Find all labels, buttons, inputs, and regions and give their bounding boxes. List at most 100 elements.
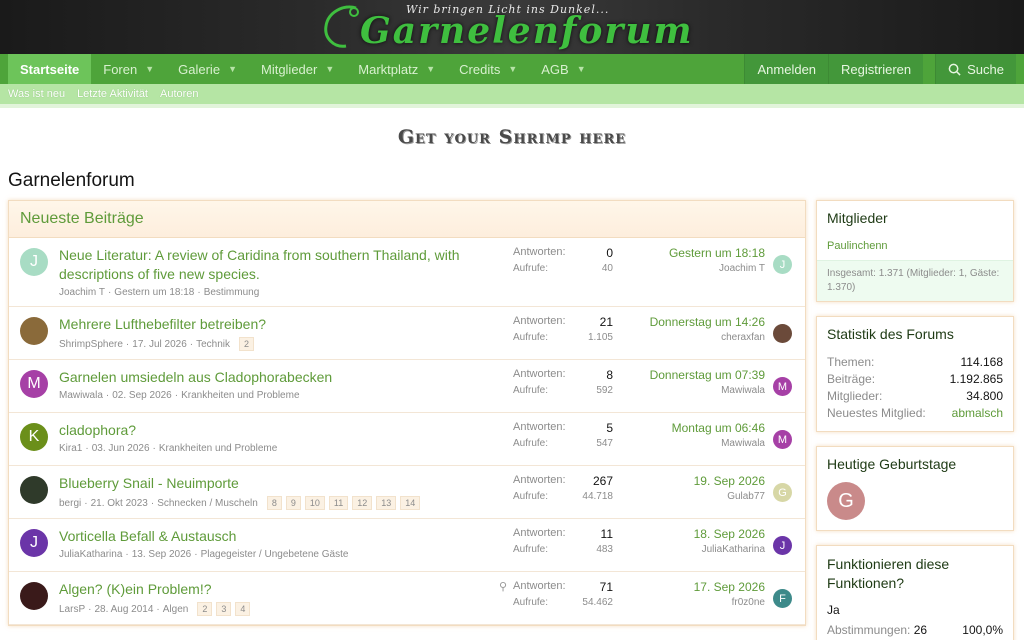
- page-link[interactable]: 4: [235, 602, 251, 616]
- chevron-down-icon[interactable]: ▼: [325, 64, 334, 74]
- avatar[interactable]: [20, 582, 48, 610]
- thread-author[interactable]: LarsP: [59, 604, 85, 615]
- avatar[interactable]: G: [773, 483, 792, 502]
- nav-item-galerie[interactable]: Galerie ▼: [166, 54, 249, 84]
- thread-title[interactable]: Neue Literatur: A review of Caridina fro…: [59, 246, 493, 284]
- members-total: Insgesamt: 1.371 (Mitglieder: 1, Gäste: …: [817, 260, 1013, 301]
- avatar[interactable]: J: [20, 248, 48, 276]
- nav-item-foren[interactable]: Foren ▼: [91, 54, 166, 84]
- last-post-date[interactable]: Donnerstag um 07:39: [613, 368, 765, 382]
- latest-posts-block: Neueste Beiträge J Neue Literatur: A rev…: [8, 200, 806, 626]
- chevron-down-icon[interactable]: ▼: [508, 64, 517, 74]
- page-link[interactable]: 13: [376, 496, 397, 510]
- subnav-whats-new[interactable]: Was ist neu: [8, 88, 65, 100]
- avatar[interactable]: G: [827, 482, 865, 520]
- thread-row[interactable]: K cladophora? Kira1 · 03. Jun 2026 · Krank…: [9, 413, 805, 466]
- last-post-user[interactable]: JuliaKatharina: [613, 544, 765, 555]
- newest-member-link[interactable]: abmalsch: [952, 406, 1003, 420]
- chevron-down-icon[interactable]: ▼: [426, 64, 435, 74]
- nav-item-marktplatz[interactable]: Marktplatz ▼: [346, 54, 447, 84]
- subnav-authors[interactable]: Autoren: [160, 88, 199, 100]
- last-post-user[interactable]: Gulab77: [613, 491, 765, 502]
- nav-item-credits[interactable]: Credits ▼: [447, 54, 529, 84]
- thread-forum[interactable]: Bestimmung: [204, 287, 260, 298]
- thread-row[interactable]: Blueberry Snail - Neuimporte bergi · 21. …: [9, 466, 805, 519]
- avatar[interactable]: M: [773, 430, 792, 449]
- last-post-user[interactable]: Mawiwala: [613, 385, 765, 396]
- latest-posts-heading[interactable]: Neueste Beiträge: [9, 201, 805, 238]
- search-button[interactable]: Suche: [935, 54, 1016, 84]
- members-heading[interactable]: Mitglieder: [817, 201, 1013, 232]
- avatar[interactable]: [20, 317, 48, 345]
- page-link[interactable]: 10: [304, 496, 325, 510]
- site-banner[interactable]: Wir bringen Licht ins Dunkel... Garnelen…: [0, 0, 1024, 54]
- thread-author[interactable]: Kira1: [59, 443, 82, 454]
- thread-date: 13. Sep 2026: [131, 549, 192, 560]
- thread-row[interactable]: Mehrere Lufthebefilter betreiben? Shrimp…: [9, 307, 805, 360]
- avatar[interactable]: J: [773, 255, 792, 274]
- page-link[interactable]: 8: [266, 496, 282, 510]
- subnav-latest-activity[interactable]: Letzte Aktivität: [77, 88, 148, 100]
- thread-date: 21. Okt 2023: [90, 497, 148, 509]
- thread-title[interactable]: Algen? (K)ein Problem!?: [59, 580, 493, 599]
- last-post-date[interactable]: 18. Sep 2026: [613, 527, 765, 541]
- avatar[interactable]: K: [20, 423, 48, 451]
- last-post-user[interactable]: cheraxfan: [613, 332, 765, 343]
- thread-forum[interactable]: Krankheiten und Probleme: [181, 390, 299, 401]
- page-link[interactable]: 12: [352, 496, 373, 510]
- thread-forum[interactable]: Technik: [196, 339, 230, 350]
- thread-title[interactable]: cladophora?: [59, 421, 493, 440]
- thread-author[interactable]: JuliaKatharina: [59, 549, 122, 560]
- thread-row[interactable]: Algen? (K)ein Problem!? LarsP · 28. Aug 2…: [9, 572, 805, 625]
- thread-stats: Antworten: 71 Aufrufe: 54.462: [513, 580, 613, 608]
- thread-forum[interactable]: Plagegeister / Ungebetene Gäste: [201, 549, 349, 560]
- poll-question[interactable]: Funktionieren diese Funktionen?: [817, 546, 1013, 599]
- chevron-down-icon[interactable]: ▼: [228, 64, 237, 74]
- avatar[interactable]: F: [773, 589, 792, 608]
- thread-author[interactable]: bergi: [59, 498, 81, 509]
- last-post-date[interactable]: 19. Sep 2026: [613, 474, 765, 488]
- last-post-user[interactable]: fr0z0ne: [613, 597, 765, 608]
- thread-forum[interactable]: Algen: [163, 604, 189, 615]
- chevron-down-icon[interactable]: ▼: [577, 64, 586, 74]
- chevron-down-icon[interactable]: ▼: [145, 64, 154, 74]
- page-link[interactable]: 14: [400, 496, 421, 510]
- promo-banner[interactable]: Get your Shrimp here: [0, 108, 1024, 166]
- last-post-date[interactable]: Donnerstag um 14:26: [613, 315, 765, 329]
- thread-author[interactable]: Joachim T: [59, 287, 105, 298]
- thread-row[interactable]: M Garnelen umsiedeln aus Cladophorabecke…: [9, 360, 805, 413]
- last-post-date[interactable]: Montag um 06:46: [613, 421, 765, 435]
- thread-title[interactable]: Mehrere Lufthebefilter betreiben?: [59, 315, 493, 334]
- page-link[interactable]: 9: [285, 496, 301, 510]
- avatar[interactable]: M: [773, 377, 792, 396]
- thread-row[interactable]: J Neue Literatur: A review of Caridina f…: [9, 238, 805, 307]
- avatar[interactable]: [773, 324, 792, 343]
- thread-title[interactable]: Blueberry Snail - Neuimporte: [59, 474, 493, 493]
- thread-title[interactable]: Vorticella Befall & Austausch: [59, 527, 493, 546]
- avatar[interactable]: [20, 476, 48, 504]
- last-post-user[interactable]: Joachim T: [613, 263, 765, 274]
- avatar[interactable]: J: [20, 529, 48, 557]
- thread-author[interactable]: Mawiwala: [59, 390, 103, 401]
- thread-forum[interactable]: Krankheiten und Probleme: [159, 443, 277, 454]
- page-link[interactable]: 2: [197, 602, 213, 616]
- last-post-user[interactable]: Mawiwala: [613, 438, 765, 449]
- pin-icon: ⚲: [499, 581, 508, 593]
- page-link[interactable]: 2: [239, 337, 255, 351]
- last-post-date[interactable]: 17. Sep 2026: [613, 580, 765, 594]
- thread-forum[interactable]: Schnecken / Muscheln: [157, 498, 258, 509]
- avatar[interactable]: M: [20, 370, 48, 398]
- last-post-date[interactable]: Gestern um 18:18: [613, 246, 765, 260]
- register-button[interactable]: Registrieren: [828, 54, 924, 84]
- thread-author[interactable]: ShrimpSphere: [59, 339, 123, 350]
- avatar[interactable]: J: [773, 536, 792, 555]
- nav-item-mitglieder[interactable]: Mitglieder ▼: [249, 54, 346, 84]
- page-link[interactable]: 3: [216, 602, 232, 616]
- thread-row[interactable]: J Vorticella Befall & Austausch JuliaKat…: [9, 519, 805, 572]
- login-button[interactable]: Anmelden: [744, 54, 829, 84]
- nav-item-agb[interactable]: AGB ▼: [529, 54, 597, 84]
- nav-item-startseite[interactable]: Startseite: [8, 54, 92, 84]
- online-member-link[interactable]: Paulinchenn: [817, 232, 1013, 260]
- thread-title[interactable]: Garnelen umsiedeln aus Cladophorabecken: [59, 368, 493, 387]
- page-link[interactable]: 11: [328, 496, 349, 510]
